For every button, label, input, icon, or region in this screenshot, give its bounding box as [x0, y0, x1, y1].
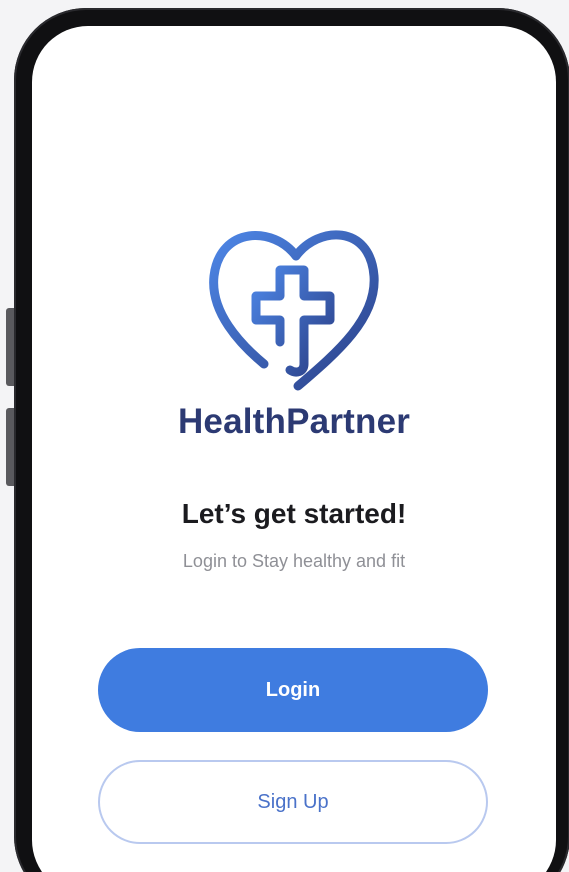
signup-button[interactable]: Sign Up [98, 760, 488, 844]
login-button-label: Login [265, 678, 321, 701]
welcome-screen: HealthPartner Let’s get started! Login t… [32, 26, 556, 872]
welcome-title: Let’s get started! [181, 498, 407, 529]
login-button[interactable]: Login [98, 648, 488, 732]
welcome-subtitle: Login to Stay healthy and fit [182, 551, 406, 571]
heart-cross-icon [198, 214, 390, 404]
brand-name: HealthPartner [177, 402, 411, 441]
device-stage: HealthPartner Let’s get started! Login t… [0, 0, 569, 872]
signup-button-label: Sign Up [257, 790, 329, 813]
